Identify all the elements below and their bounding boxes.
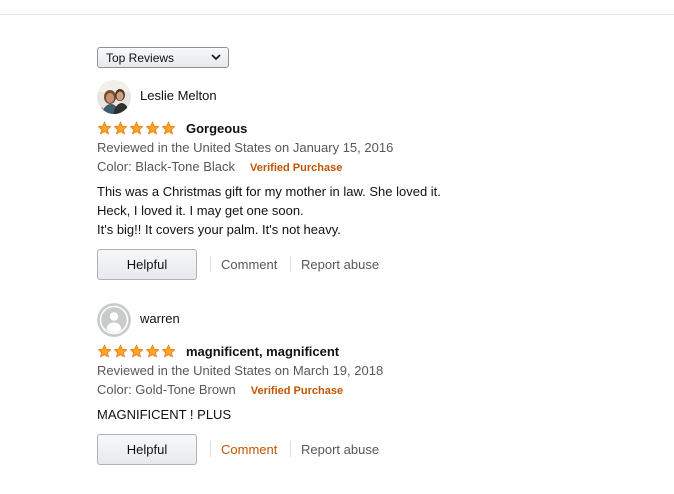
variant-label[interactable]: Color: Gold-Tone Brown — [97, 382, 236, 397]
avatar[interactable] — [97, 80, 131, 114]
top-divider — [0, 14, 674, 15]
verified-purchase-badge: Verified Purchase — [250, 162, 343, 174]
sort-dropdown-value: Top Reviews — [106, 51, 175, 65]
star-icon — [97, 344, 112, 358]
avatar-photo — [97, 80, 131, 114]
variant-row: Color: Gold-Tone Brown Verified Purchase — [97, 382, 343, 397]
star-rating[interactable] — [97, 344, 176, 359]
review-item: Leslie Melton Gorgeous Reviewed in the U… — [97, 80, 657, 285]
review-body-line: MAGNIFICENT ! PLUS — [97, 407, 232, 422]
variant-row: Color: Black-Tone Black Verified Purchase — [97, 159, 342, 174]
comment-link[interactable]: Comment — [221, 257, 277, 272]
review-actions: Helpful Comment Report abuse — [97, 434, 597, 465]
reviewer-name[interactable]: warren — [140, 311, 180, 326]
review-date: Reviewed in the United States on January… — [97, 140, 394, 155]
review-actions: Helpful Comment Report abuse — [97, 249, 597, 280]
star-icon — [161, 121, 176, 135]
star-icon — [145, 344, 160, 358]
report-abuse-link[interactable]: Report abuse — [301, 257, 379, 272]
divider — [210, 441, 211, 457]
review-body-line: This was a Christmas gift for my mother … — [97, 184, 441, 199]
star-rating[interactable] — [97, 121, 176, 136]
review-body-line: Heck, I loved it. I may get one soon. — [97, 203, 304, 218]
chevron-down-icon — [211, 54, 221, 61]
helpful-button[interactable]: Helpful — [97, 249, 197, 280]
divider — [290, 441, 291, 457]
star-icon — [145, 121, 160, 135]
star-icon — [113, 121, 128, 135]
reviewer-name[interactable]: Leslie Melton — [140, 88, 217, 103]
star-icon — [129, 121, 144, 135]
star-icon — [113, 344, 128, 358]
review-title[interactable]: Gorgeous — [186, 121, 247, 136]
review-body: MAGNIFICENT ! PLUS — [97, 405, 231, 424]
review-date: Reviewed in the United States on March 1… — [97, 363, 384, 378]
sort-dropdown[interactable]: Top Reviews — [97, 47, 229, 68]
review-body-line: It's big!! It covers your palm. It's not… — [97, 222, 341, 237]
divider — [290, 256, 291, 272]
divider — [210, 256, 211, 272]
review-title[interactable]: magnificent, magnificent — [186, 344, 339, 359]
review-body: This was a Christmas gift for my mother … — [97, 182, 441, 239]
review-item: warren magnificent, magnificent Reviewed… — [97, 303, 657, 473]
variant-label[interactable]: Color: Black-Tone Black — [97, 159, 235, 174]
verified-purchase-badge: Verified Purchase — [250, 385, 344, 397]
helpful-button[interactable]: Helpful — [97, 434, 197, 465]
report-abuse-link[interactable]: Report abuse — [301, 442, 379, 457]
star-icon — [129, 344, 144, 358]
avatar[interactable] — [97, 303, 131, 337]
comment-link[interactable]: Comment — [221, 442, 277, 457]
default-avatar-icon — [97, 303, 131, 337]
star-icon — [97, 121, 112, 135]
star-icon — [161, 344, 176, 358]
